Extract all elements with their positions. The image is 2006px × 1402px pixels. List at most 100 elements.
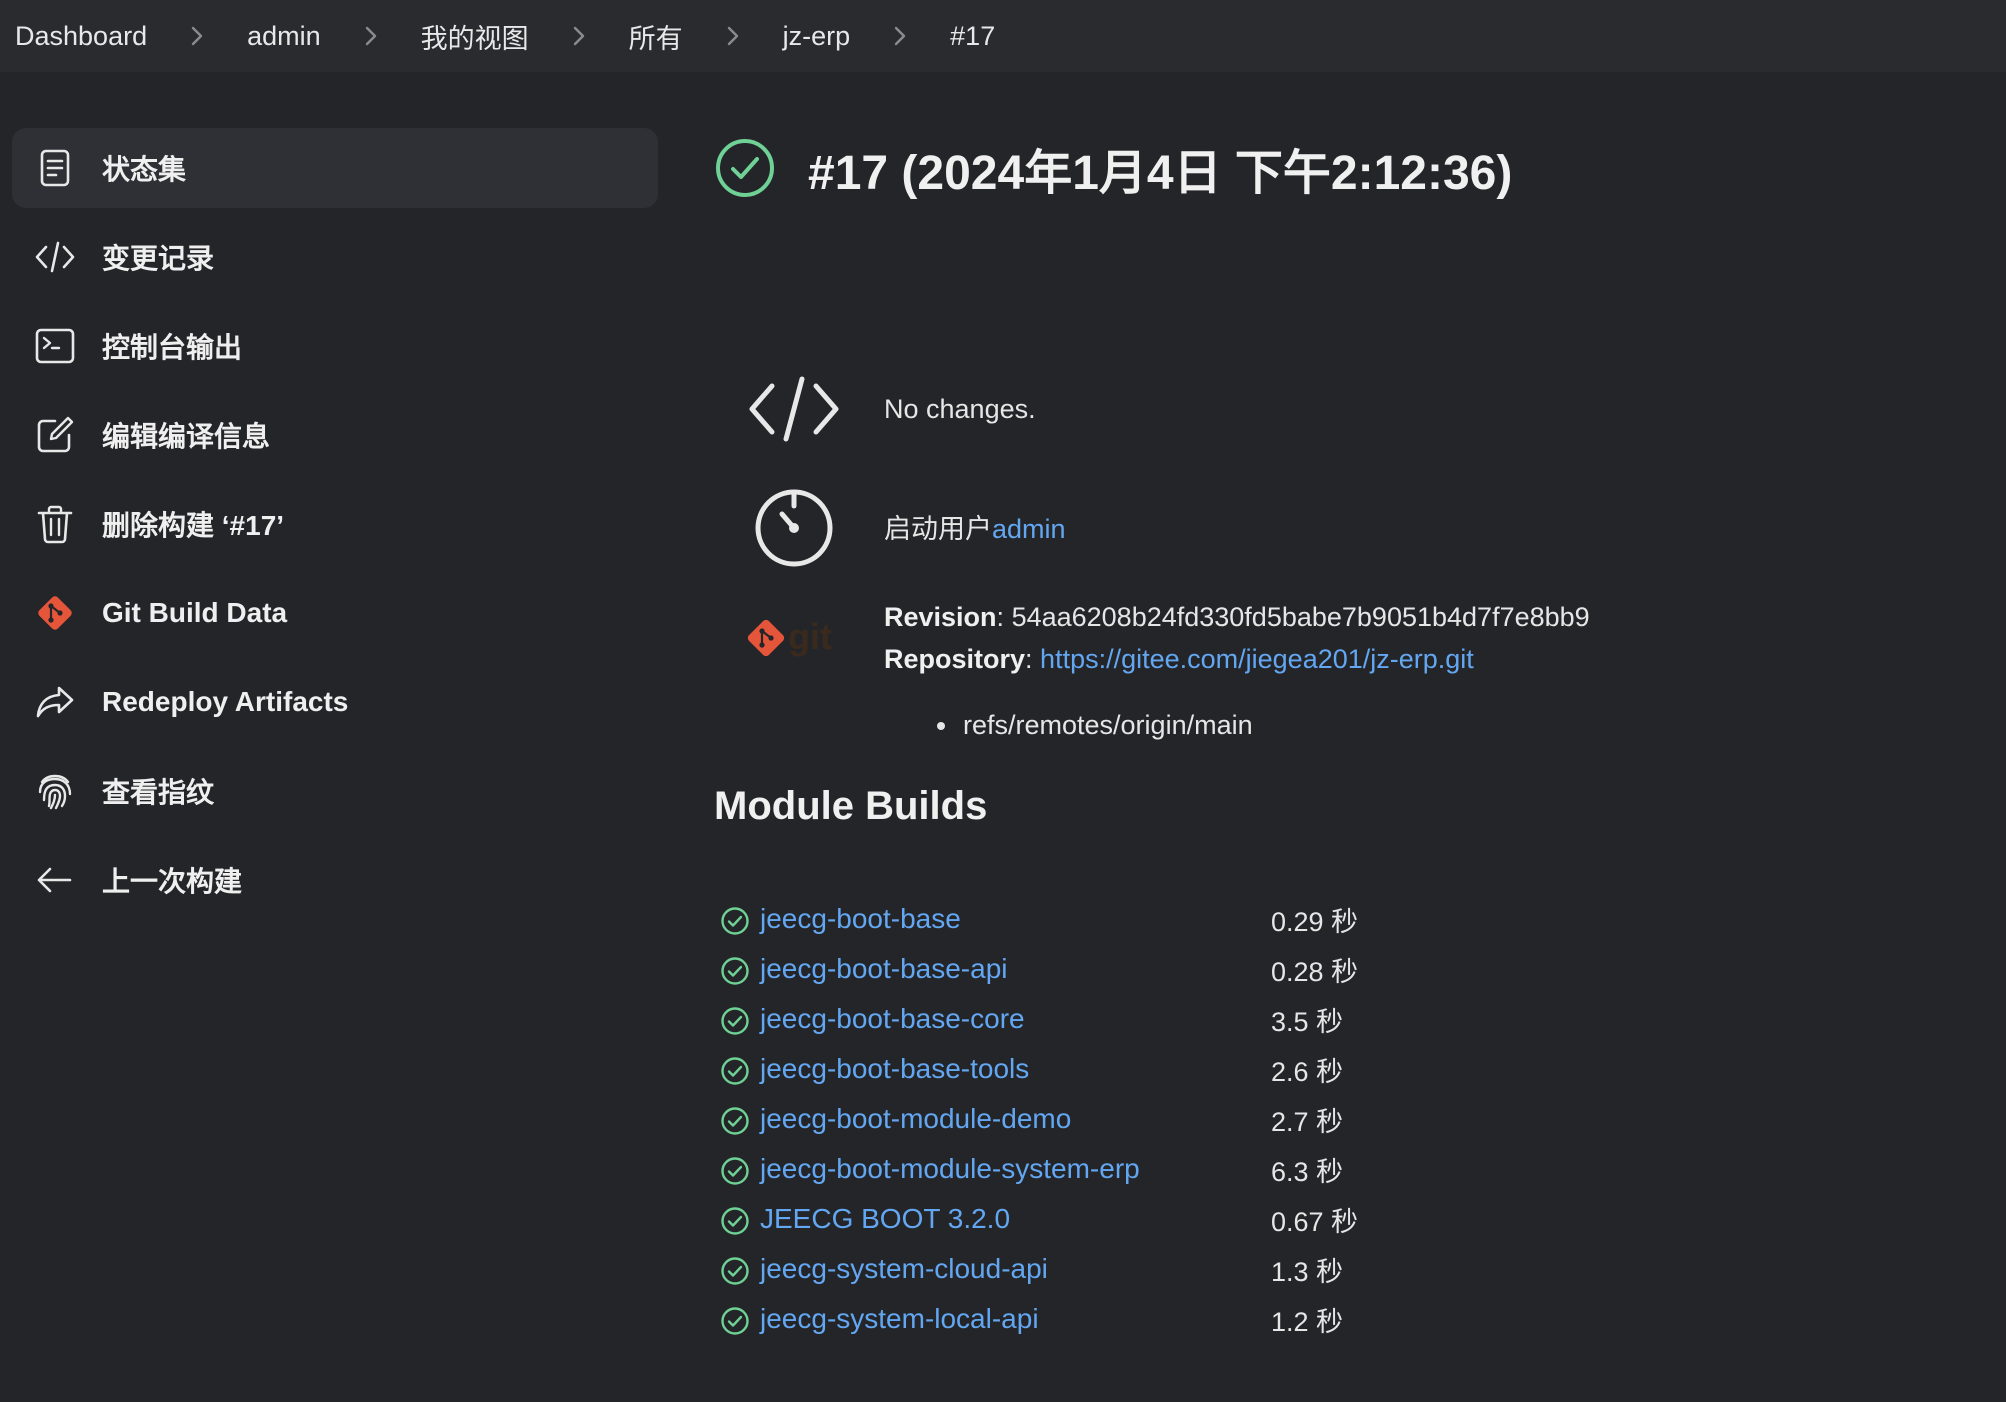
module-link[interactable]: jeecg-boot-base [760, 903, 1271, 935]
module-link[interactable]: jeecg-boot-base-tools [760, 1053, 1271, 1085]
breadcrumb-item-my-views: 我的视图 [421, 17, 629, 56]
chevron-right-icon[interactable] [711, 22, 755, 50]
module-duration: 6.3 秒 [1271, 1156, 1344, 1187]
module-duration: 2.6 秒 [1271, 1056, 1344, 1087]
sidebar-item-label: 上一次构建 [102, 866, 243, 897]
document-icon [32, 145, 78, 191]
svg-text:git: git [788, 616, 832, 657]
changes-summary: No changes. [744, 373, 1036, 445]
module-link[interactable]: jeecg-boot-module-demo [760, 1103, 1271, 1135]
breadcrumb-link[interactable]: admin [247, 21, 321, 52]
sidebar-item-changes[interactable]: 变更记录 [12, 217, 658, 297]
module-link[interactable]: jeecg-boot-base-api [760, 953, 1271, 985]
module-link[interactable]: jeecg-boot-module-system-erp [760, 1153, 1271, 1185]
table-row: JEECG BOOT 3.2.0 0.67 秒 [720, 1194, 1420, 1244]
sidebar-item-delete-build[interactable]: 删除构建 ‘#17’ [12, 484, 658, 564]
breadcrumb-link[interactable]: Dashboard [15, 21, 147, 52]
success-check-icon [721, 1257, 749, 1285]
chevron-right-icon[interactable] [349, 22, 393, 50]
sidebar-item-console[interactable]: 控制台输出 [12, 306, 658, 386]
breadcrumb: Dashboard admin 我的视图 所有 jz-erp #17 [0, 0, 2006, 72]
breadcrumb-link[interactable]: jz-erp [783, 21, 851, 52]
module-link[interactable]: jeecg-system-cloud-api [760, 1253, 1271, 1285]
module-builds-table: jeecg-boot-base 0.29 秒 jeecg-boot-base-a… [720, 894, 1420, 1344]
table-row: jeecg-boot-base-api 0.28 秒 [720, 944, 1420, 994]
arrow-left-icon [32, 857, 78, 903]
chevron-right-icon[interactable] [557, 22, 601, 50]
table-row: jeecg-system-local-api 1.2 秒 [720, 1294, 1420, 1344]
started-by-summary: 启动用户admin [744, 484, 1066, 568]
revision-line: Revision: 54aa6208b24fd330fd5babe7b9051b… [884, 602, 1590, 632]
table-row: jeecg-boot-base 0.29 秒 [720, 894, 1420, 944]
redeploy-icon [32, 679, 78, 725]
module-duration: 0.67 秒 [1271, 1206, 1359, 1237]
page-title: #17 (2024年1月4日 下午2:12:36) [808, 147, 1513, 200]
changes-text: No changes. [884, 393, 1036, 424]
git-summary: git Revision: 54aa6208b24fd330fd5babe7b9… [744, 596, 1590, 680]
module-duration: 1.3 秒 [1271, 1256, 1344, 1287]
started-by-user-link[interactable]: admin [992, 514, 1066, 544]
table-row: jeecg-boot-module-system-erp 6.3 秒 [720, 1144, 1420, 1194]
sidebar-item-label: 状态集 [102, 154, 187, 185]
sidebar-item-status[interactable]: 状态集 [12, 128, 658, 208]
timer-icon [744, 484, 844, 568]
bullet-icon [937, 721, 945, 730]
success-check-icon [721, 1107, 749, 1135]
sidebar-item-edit-info[interactable]: 编辑编译信息 [12, 395, 658, 475]
success-check-icon [721, 957, 749, 985]
revision-label: Revision [884, 602, 997, 632]
sidebar-item-redeploy[interactable]: Redeploy Artifacts [12, 662, 658, 742]
module-duration: 2.7 秒 [1271, 1106, 1344, 1137]
module-duration: 0.28 秒 [1271, 956, 1359, 987]
success-check-icon [721, 907, 749, 935]
module-builds-heading: Module Builds [714, 784, 988, 828]
sidebar-item-git-build-data[interactable]: Git Build Data [12, 573, 658, 653]
repository-link[interactable]: https://gitee.com/jiegea201/jz-erp.git [1040, 644, 1474, 674]
build-header: #17 (2024年1月4日 下午2:12:36) [714, 128, 1974, 208]
table-row: jeecg-boot-base-tools 2.6 秒 [720, 1044, 1420, 1094]
chevron-right-icon[interactable] [175, 22, 219, 50]
ref-name: refs/remotes/origin/main [963, 710, 1253, 740]
terminal-icon [32, 323, 78, 369]
breadcrumb-item-admin: admin [247, 21, 421, 52]
module-duration: 0.29 秒 [1271, 906, 1359, 937]
success-check-icon [721, 1007, 749, 1035]
breadcrumb-item-job: jz-erp [783, 21, 951, 52]
revision-value: 54aa6208b24fd330fd5babe7b9051b4d7f7e8bb9 [1011, 602, 1590, 632]
sidebar: 状态集 变更记录 控制台输出 编辑编译信息 删除构建 ‘#17’ Git Bui… [12, 128, 658, 929]
success-check-icon [716, 139, 774, 197]
sidebar-item-label: Redeploy Artifacts [102, 686, 349, 717]
module-duration: 1.2 秒 [1271, 1306, 1344, 1337]
success-check-icon [721, 1057, 749, 1085]
table-row: jeecg-boot-base-core 3.5 秒 [720, 994, 1420, 1044]
chevron-right-icon[interactable] [878, 22, 922, 50]
success-check-icon [721, 1157, 749, 1185]
sidebar-item-label: 查看指纹 [102, 777, 215, 808]
git-details: Revision: 54aa6208b24fd330fd5babe7b9051b… [884, 596, 1590, 680]
module-link[interactable]: jeecg-boot-base-core [760, 1003, 1271, 1035]
breadcrumb-item-build: #17 [950, 21, 995, 52]
sidebar-item-label: 控制台输出 [102, 332, 243, 363]
git-logo-icon: git [744, 610, 844, 666]
breadcrumb-link[interactable]: #17 [950, 21, 995, 52]
sidebar-item-fingerprints[interactable]: 查看指纹 [12, 751, 658, 831]
breadcrumb-item-dashboard: Dashboard [15, 21, 247, 52]
started-by-prefix: 启动用户 [884, 513, 992, 544]
sidebar-item-previous-build[interactable]: 上一次构建 [12, 840, 658, 920]
module-link[interactable]: jeecg-system-local-api [760, 1303, 1271, 1335]
code-icon [32, 234, 78, 280]
sidebar-item-label: Git Build Data [102, 597, 288, 628]
breadcrumb-item-all: 所有 [629, 17, 783, 56]
module-duration: 3.5 秒 [1271, 1006, 1344, 1037]
breadcrumb-link[interactable]: 所有 [629, 17, 683, 56]
ref-list-item: refs/remotes/origin/main [937, 710, 1253, 741]
sidebar-item-label: 编辑编译信息 [102, 421, 271, 452]
success-check-icon [721, 1307, 749, 1335]
started-by-text: 启动用户admin [884, 507, 1066, 546]
breadcrumb-link[interactable]: 我的视图 [421, 17, 529, 56]
fingerprint-icon [32, 768, 78, 814]
sidebar-item-label: 删除构建 ‘#17’ [102, 510, 285, 541]
repository-label: Repository [884, 644, 1026, 674]
module-link[interactable]: JEECG BOOT 3.2.0 [760, 1203, 1271, 1235]
table-row: jeecg-boot-module-demo 2.7 秒 [720, 1094, 1420, 1144]
